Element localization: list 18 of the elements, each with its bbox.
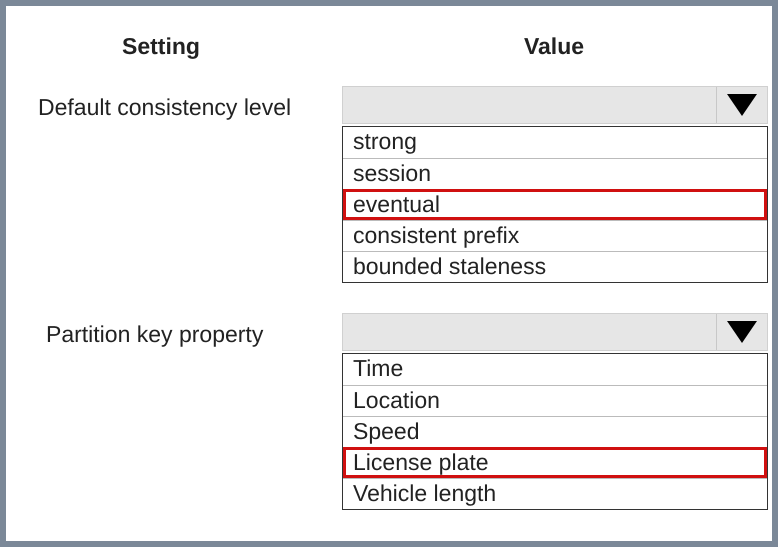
dropdown-option[interactable]: bounded staleness: [343, 251, 767, 282]
setting-label: Default consistency level: [38, 94, 292, 120]
column-header: Value: [522, 32, 586, 60]
column-header: Setting: [121, 32, 201, 60]
dropdown-option[interactable]: consistent prefix: [343, 220, 767, 251]
dropdown-option[interactable]: Speed: [343, 416, 767, 447]
dropdown-arrow-icon: [727, 321, 757, 343]
dropdown-option[interactable]: eventual: [343, 189, 767, 220]
dropdown-option[interactable]: session: [343, 158, 767, 189]
setting-label: Partition key property: [46, 321, 264, 347]
dropdown-option[interactable]: strong: [343, 127, 767, 158]
dropdown-arrow-icon: [727, 94, 757, 116]
dropdown[interactable]: [342, 313, 768, 351]
dropdown[interactable]: [342, 86, 768, 124]
dropdown-option[interactable]: Time: [343, 354, 767, 385]
dropdown-option[interactable]: Location: [343, 385, 767, 416]
dropdown-option[interactable]: License plate: [343, 447, 767, 478]
dropdown-option[interactable]: Vehicle length: [343, 478, 767, 509]
